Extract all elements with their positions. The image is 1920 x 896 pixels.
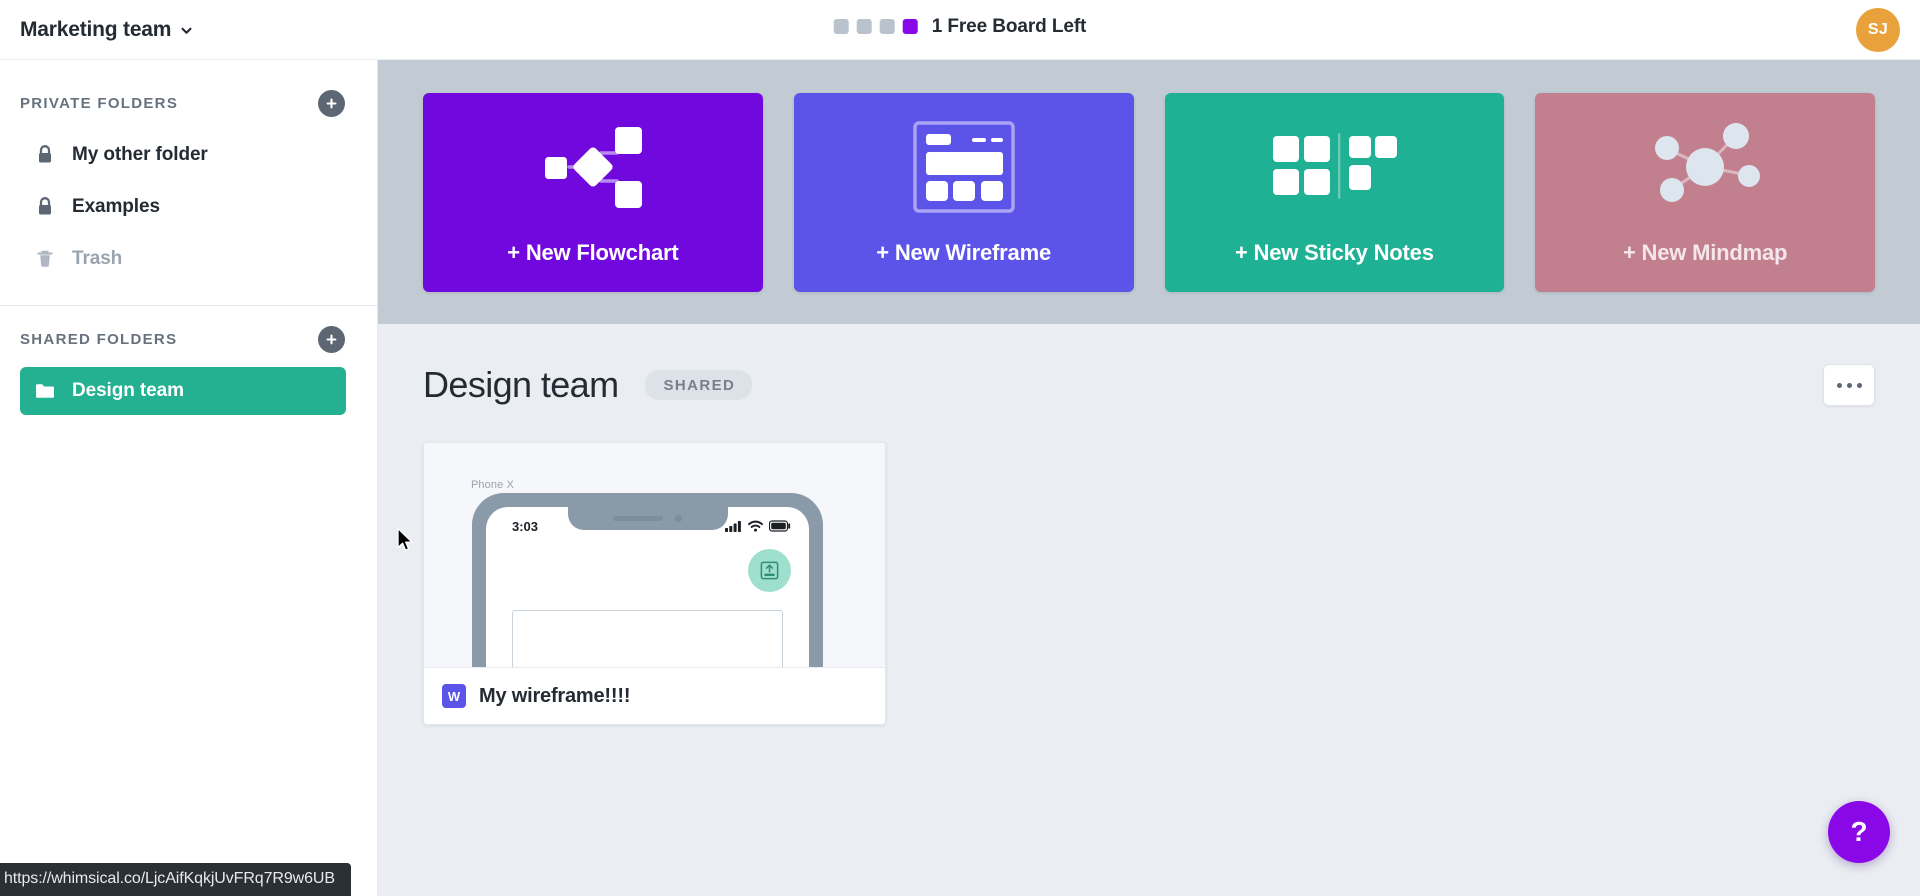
shared-folders-header: SHARED FOLDERS (0, 316, 377, 363)
new-sticky-notes-label: + New Sticky Notes (1234, 240, 1434, 265)
chevron-down-icon (180, 24, 193, 37)
team-switcher[interactable]: Marketing team (0, 12, 203, 48)
create-board-strip: + New Flowchart + New Wireframe + New St… (378, 60, 1920, 324)
board-slot-indicators (833, 19, 918, 34)
help-button[interactable]: ? (1828, 801, 1890, 863)
more-options-button[interactable] (1823, 364, 1875, 406)
free-board-count-label: 1 Free Board Left (931, 15, 1087, 37)
new-mindmap-label: + New Mindmap (1622, 240, 1788, 265)
board-card-footer: W My wireframe!!!! (424, 667, 885, 724)
new-wireframe-label: + New Wireframe (876, 240, 1051, 265)
sidebar: PRIVATE FOLDERS My other folder Examples (0, 60, 378, 896)
trash-icon (34, 248, 56, 270)
sidebar-item-trash[interactable]: Trash (20, 235, 346, 283)
board-slot-filled (902, 19, 918, 34)
more-dot (1836, 382, 1842, 388)
private-folders-header: PRIVATE FOLDERS (0, 80, 377, 127)
sidebar-divider (0, 305, 377, 306)
thumbnail-caption: Phone X (471, 479, 514, 491)
page-title: Design team (423, 364, 619, 405)
sidebar-item-my-other-folder[interactable]: My other folder (20, 131, 346, 179)
main-content: + New Flowchart + New Wireframe + New St… (378, 60, 1920, 896)
board-slot-empty (833, 19, 849, 34)
mindmap-icon (1535, 93, 1875, 241)
flowchart-icon (423, 93, 763, 241)
board-name-label: My wireframe!!!! (479, 684, 631, 707)
phone-mockup: 3:03 (472, 493, 823, 667)
new-flowchart-card[interactable]: + New Flowchart (423, 93, 763, 292)
shared-folders-title: SHARED FOLDERS (20, 331, 178, 348)
cellular-signal-icon (725, 519, 742, 537)
new-wireframe-card[interactable]: + New Wireframe (793, 93, 1134, 292)
top-bar: Marketing team 1 Free Board Left SJ (0, 0, 1920, 60)
app-root: Marketing team 1 Free Board Left SJ PRIV… (0, 0, 1920, 896)
private-folders-title: PRIVATE FOLDERS (20, 95, 179, 112)
battery-icon (768, 519, 791, 537)
sidebar-item-examples[interactable]: Examples (20, 183, 346, 231)
board-thumbnail: Phone X 3:03 (424, 443, 885, 667)
wireframe-icon (794, 93, 1134, 241)
new-mindmap-card[interactable]: + New Mindmap (1535, 93, 1875, 292)
board-grid: Phone X 3:03 W My wireframe!!!! (423, 442, 1875, 725)
body-wrapper: PRIVATE FOLDERS My other folder Examples (0, 60, 1920, 896)
board-card[interactable]: Phone X 3:03 W My wireframe!!!! (423, 442, 886, 725)
new-flowchart-label: + New Flowchart (507, 240, 679, 265)
sidebar-item-design-team[interactable]: Design team (20, 367, 346, 415)
wifi-icon (748, 519, 763, 537)
phone-content-panel (512, 610, 783, 667)
lock-icon (34, 196, 56, 218)
free-board-counter: 1 Free Board Left (833, 15, 1087, 38)
notch-speaker (613, 516, 663, 521)
save-to-library-icon (748, 549, 791, 592)
more-dot (1856, 382, 1862, 388)
sidebar-item-label: Design team (72, 380, 184, 401)
add-shared-folder-button[interactable] (318, 326, 345, 353)
status-bar-url: https://whimsical.co/LjcAifKqkjUvFRq7R9w… (0, 863, 351, 896)
avatar[interactable]: SJ (1856, 7, 1900, 52)
sticky-notes-icon (1165, 93, 1505, 241)
team-name-label: Marketing team (20, 17, 172, 41)
status-badge: SHARED (644, 370, 753, 400)
phone-screen: 3:03 (486, 507, 809, 667)
board-slot-empty (856, 19, 872, 34)
board-type-badge: W (442, 684, 466, 708)
sidebar-item-label: My other folder (72, 144, 208, 165)
folder-content: Design team SHARED Phone X 3:03 W My wir… (378, 324, 1920, 896)
folder-icon (34, 380, 56, 402)
phone-status-icons (725, 519, 791, 537)
board-slot-empty (879, 19, 895, 34)
phone-status-time: 3:03 (512, 519, 539, 534)
notch-camera (675, 515, 682, 522)
phone-notch (567, 507, 728, 530)
sidebar-item-label: Examples (72, 196, 160, 217)
add-private-folder-button[interactable] (318, 90, 345, 117)
lock-icon (34, 144, 56, 166)
new-sticky-notes-card[interactable]: + New Sticky Notes (1164, 93, 1505, 292)
folder-header: Design team SHARED (423, 364, 1875, 406)
sidebar-item-label: Trash (72, 248, 123, 269)
more-dot (1846, 382, 1852, 388)
